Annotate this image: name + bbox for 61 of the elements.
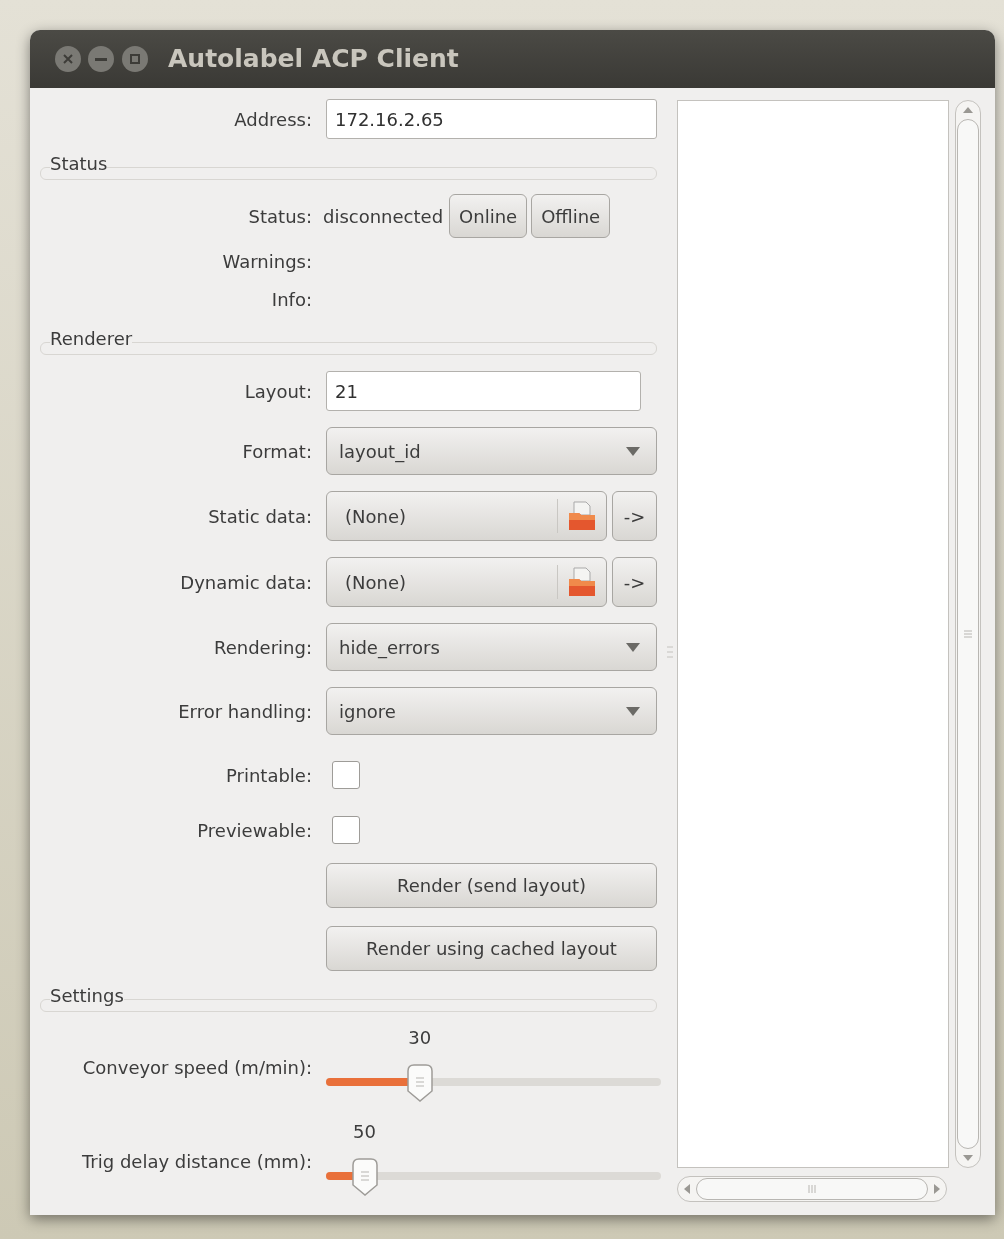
slider-value: 50 — [352, 1120, 377, 1144]
vertical-scrollbar[interactable] — [955, 100, 981, 1168]
maximize-icon — [130, 54, 140, 64]
dropdown-arrow-icon — [626, 706, 640, 716]
maximize-button[interactable] — [122, 46, 148, 72]
slider-thumb[interactable] — [350, 1157, 379, 1197]
field-label: Static data: — [208, 504, 312, 529]
field-label: Status: — [248, 204, 312, 229]
dropdown[interactable]: ignore — [326, 687, 657, 735]
dropdown-arrow-icon — [626, 642, 640, 652]
field-label: Rendering: — [214, 635, 312, 660]
scroll-down-icon — [963, 1155, 973, 1161]
file-chooser-button[interactable]: (None) — [326, 557, 607, 607]
checkbox[interactable] — [332, 816, 360, 844]
checkbox[interactable] — [332, 761, 360, 789]
field-label: Address: — [234, 107, 312, 132]
file-chooser-button[interactable]: (None) — [326, 491, 607, 541]
slider[interactable] — [326, 1063, 661, 1103]
field-label: Conveyor speed (m/min): — [82, 1056, 312, 1080]
slider-track[interactable] — [326, 1172, 661, 1180]
field-label: Info: — [271, 287, 312, 312]
render-button[interactable]: Render (send layout) — [326, 863, 657, 908]
render-button[interactable]: Render using cached layout — [326, 926, 657, 971]
field-label: Trig delay distance (mm): — [82, 1150, 312, 1174]
folder-icon — [568, 501, 596, 531]
close-button[interactable] — [55, 46, 81, 72]
apply-button[interactable]: -> — [612, 491, 657, 541]
address-field[interactable]: 172.16.2.65 — [326, 99, 657, 139]
pane-grip-icon[interactable] — [667, 643, 673, 660]
field-label: Format: — [242, 439, 312, 464]
scroll-left-icon — [684, 1184, 690, 1194]
connection-button[interactable]: Offline — [531, 194, 611, 238]
layout-field[interactable]: 21 — [326, 371, 641, 411]
field-label: Dynamic data: — [180, 570, 312, 595]
minimize-icon — [95, 57, 107, 61]
connection-button[interactable]: Online — [449, 194, 528, 238]
scrollbar-thumb[interactable] — [696, 1178, 928, 1200]
dropdown-arrow-icon — [626, 446, 640, 456]
horizontal-scrollbar[interactable] — [677, 1176, 947, 1202]
field-label: Printable: — [226, 763, 312, 788]
slider-value: 30 — [407, 1026, 433, 1050]
field-label: Previewable: — [197, 818, 312, 843]
dropdown[interactable]: layout_id — [326, 427, 657, 475]
scroll-up-icon — [963, 107, 973, 113]
grip-icon — [964, 630, 972, 638]
slider[interactable] — [326, 1157, 661, 1197]
status-value: disconnected — [323, 204, 444, 229]
window-title: Autolabel ACP Client — [168, 43, 459, 76]
close-icon — [63, 54, 73, 64]
folder-icon — [568, 567, 596, 597]
scrollbar-thumb[interactable] — [957, 119, 979, 1149]
field-label: Error handling: — [178, 699, 312, 724]
slider-thumb[interactable] — [405, 1063, 434, 1103]
minimize-button[interactable] — [88, 46, 114, 72]
field-label: Warnings: — [222, 249, 312, 274]
dropdown[interactable]: hide_errors — [326, 623, 657, 671]
scroll-right-icon — [934, 1184, 940, 1194]
slider-track[interactable] — [326, 1078, 661, 1086]
field-label: Layout: — [244, 379, 312, 404]
apply-button[interactable]: -> — [612, 557, 657, 607]
grip-icon — [808, 1185, 816, 1193]
